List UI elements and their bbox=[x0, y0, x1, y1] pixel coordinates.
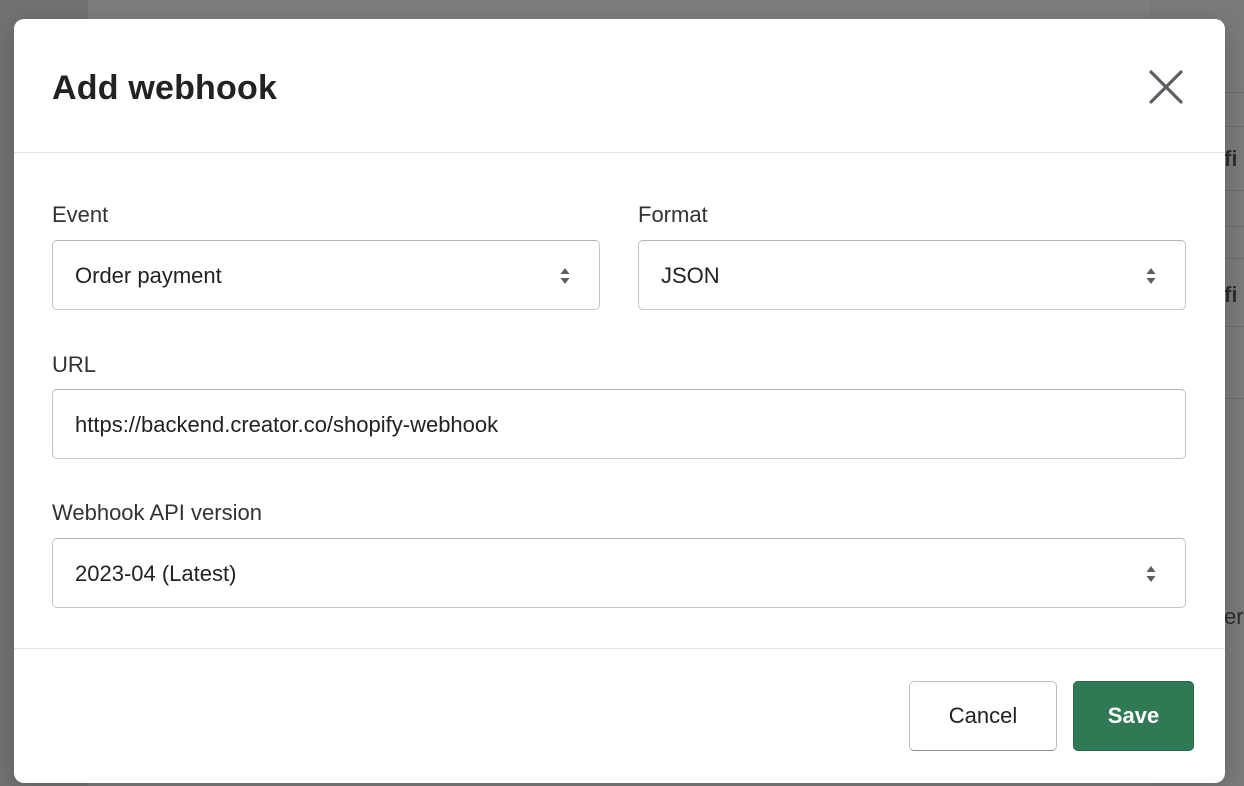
api-version-select[interactable]: 2023-04 (Latest) bbox=[52, 538, 1186, 608]
close-x-icon bbox=[1149, 70, 1183, 104]
background-text-fragment: fi bbox=[1224, 282, 1238, 307]
format-select[interactable]: JSON bbox=[638, 240, 1186, 310]
modal-title: Add webhook bbox=[52, 69, 278, 107]
event-select[interactable]: Order payment bbox=[52, 240, 600, 310]
cancel-button[interactable]: Cancel bbox=[909, 681, 1057, 751]
api-version-select-value: 2023-04 (Latest) bbox=[75, 561, 237, 586]
save-button[interactable]: Save bbox=[1073, 681, 1194, 751]
event-label: Event bbox=[52, 202, 109, 227]
select-chevrons-icon bbox=[1146, 566, 1156, 582]
modal-footer: Cancel Save bbox=[14, 648, 1225, 783]
event-select-value: Order payment bbox=[75, 263, 222, 288]
url-input-value: https://backend.creator.co/shopify-webho… bbox=[75, 412, 499, 437]
modal-header: Add webhook bbox=[14, 19, 1225, 153]
background-text-fragment: er bbox=[1224, 604, 1244, 629]
url-input[interactable]: https://backend.creator.co/shopify-webho… bbox=[52, 389, 1186, 459]
select-chevrons-icon bbox=[560, 268, 570, 284]
background-text-fragment: fi bbox=[1224, 146, 1238, 171]
url-label: URL bbox=[52, 352, 97, 377]
add-webhook-modal: Add webhook Event Order payment Format J… bbox=[14, 19, 1225, 783]
format-label: Format bbox=[638, 202, 708, 227]
select-chevrons-icon bbox=[1146, 268, 1156, 284]
close-button[interactable] bbox=[1144, 65, 1188, 109]
format-select-value: JSON bbox=[661, 263, 720, 288]
api-version-label: Webhook API version bbox=[52, 500, 262, 525]
